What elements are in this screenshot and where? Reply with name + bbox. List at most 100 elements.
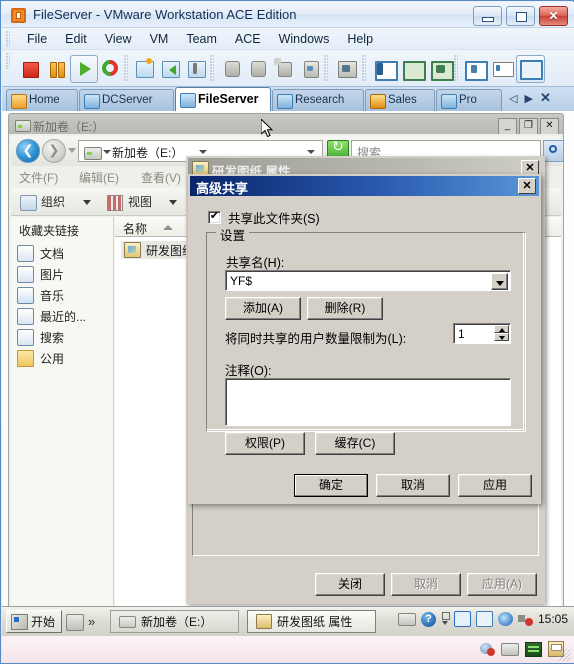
taskbar-item-properties[interactable]: 研发图纸 属性 bbox=[247, 610, 376, 633]
tab-sales[interactable]: Sales bbox=[365, 89, 435, 111]
stepper-down-icon[interactable] bbox=[494, 333, 509, 341]
cancel-button[interactable]: 取消 bbox=[376, 474, 450, 497]
explorer-restore-button[interactable]: ❐ bbox=[519, 118, 538, 135]
vmware-menu-file[interactable]: File bbox=[18, 30, 56, 48]
folder-shared-icon bbox=[124, 242, 141, 258]
explorer-menu-edit[interactable]: 编辑(E) bbox=[79, 169, 119, 186]
remove-share-button[interactable]: 删除(R) bbox=[307, 297, 383, 320]
permissions-button[interactable]: 权限(P) bbox=[225, 432, 305, 455]
preferences-icon[interactable] bbox=[464, 58, 488, 81]
add-share-button[interactable]: 添加(A) bbox=[225, 297, 301, 320]
chevron-down-icon[interactable] bbox=[491, 273, 508, 290]
ok-button[interactable]: 确定 bbox=[294, 474, 368, 497]
close-button[interactable]: ✕ bbox=[539, 6, 568, 26]
explorer-menu-file[interactable]: 文件(F) bbox=[19, 169, 58, 186]
pause-icon[interactable] bbox=[46, 58, 68, 79]
start-button[interactable]: 开始 bbox=[6, 610, 63, 633]
sidebar-item-searches[interactable]: 搜索 bbox=[17, 327, 64, 347]
vmware-menu-view[interactable]: View bbox=[96, 30, 141, 48]
minimize-button[interactable] bbox=[473, 6, 502, 26]
tab-research[interactable]: Research bbox=[272, 89, 364, 111]
vmware-menu-edit[interactable]: Edit bbox=[56, 30, 96, 48]
quick-switch-icon[interactable] bbox=[430, 58, 454, 81]
sidebar-icon[interactable] bbox=[374, 58, 398, 81]
network-config-icon[interactable] bbox=[453, 611, 471, 627]
address-crumb-caret-icon[interactable] bbox=[199, 150, 207, 154]
shortcut-icon[interactable] bbox=[475, 611, 493, 627]
advanced-sharing-close-button[interactable]: ✕ bbox=[518, 178, 536, 194]
network-disconnected-icon[interactable] bbox=[501, 642, 519, 656]
clone-template-icon[interactable] bbox=[248, 58, 270, 79]
taskbar-clock[interactable]: 15:05 bbox=[538, 612, 568, 626]
keyboard-icon[interactable] bbox=[397, 612, 416, 626]
history-dropdown-icon[interactable] bbox=[68, 148, 76, 153]
vmware-menu-help[interactable]: Help bbox=[338, 30, 382, 48]
server-manager-icon[interactable] bbox=[66, 614, 84, 631]
explorer-sidebar: 收藏夹链接 文档图片音乐最近的...搜索公用 文件夹 bbox=[11, 217, 114, 606]
tab-fileserver[interactable]: FileServer bbox=[175, 87, 271, 111]
view-chevron-down-icon[interactable] bbox=[169, 200, 177, 205]
stepper-up-icon[interactable] bbox=[494, 325, 509, 333]
vmware-menu-windows[interactable]: Windows bbox=[270, 30, 339, 48]
address-dropdown-icon[interactable] bbox=[307, 150, 315, 154]
delete-vm-icon[interactable] bbox=[274, 58, 296, 79]
clone-icon[interactable] bbox=[222, 58, 244, 79]
tab-prev-icon[interactable]: ◁ bbox=[509, 92, 517, 105]
snapshot-manager-icon[interactable] bbox=[186, 58, 208, 79]
usb-icon[interactable] bbox=[525, 641, 542, 657]
vmware-menu-ace[interactable]: ACE bbox=[226, 30, 270, 48]
forward-arrow-icon[interactable]: ❯ bbox=[42, 139, 66, 163]
summary-icon[interactable] bbox=[492, 58, 514, 79]
sidebar-item-documents[interactable]: 文档 bbox=[17, 243, 64, 263]
user-limit-input[interactable]: 1 bbox=[453, 323, 511, 344]
revert-snapshot-icon[interactable] bbox=[160, 58, 182, 79]
back-arrow-icon[interactable]: ❮ bbox=[16, 139, 40, 163]
share-name-combobox[interactable]: YF$ bbox=[225, 270, 511, 291]
tab-pro[interactable]: Pro bbox=[436, 89, 502, 111]
tab-next-icon[interactable]: ▶ bbox=[524, 92, 532, 105]
tab-dcserver[interactable]: DCServer bbox=[79, 89, 174, 111]
sidebar-item-public-folder[interactable]: 公用 bbox=[17, 348, 64, 368]
play-button[interactable] bbox=[70, 55, 98, 83]
maximize-button[interactable] bbox=[506, 6, 535, 26]
share-folder-checkbox[interactable] bbox=[208, 209, 221, 224]
volume-muted-icon[interactable] bbox=[517, 612, 533, 626]
stop-icon[interactable] bbox=[20, 58, 42, 79]
tab-close-icon[interactable]: ✕ bbox=[540, 90, 551, 106]
vm-settings-icon[interactable] bbox=[300, 58, 322, 79]
resize-grip-icon[interactable] bbox=[559, 649, 571, 661]
tray-expand-icon[interactable] bbox=[441, 612, 450, 626]
reset-icon[interactable] bbox=[98, 56, 122, 80]
apply-button[interactable]: 应用 bbox=[458, 474, 532, 497]
snapshot-icon[interactable] bbox=[134, 58, 156, 79]
vmware-menu-team[interactable]: Team bbox=[177, 30, 226, 48]
sidebar-item-recent[interactable]: 最近的... bbox=[17, 306, 86, 326]
menubar-grip[interactable] bbox=[6, 31, 10, 47]
chevron-right-icon[interactable]: » bbox=[88, 614, 95, 629]
disk-activity-icon[interactable] bbox=[480, 642, 495, 656]
sidebar-item-pictures[interactable]: 图片 bbox=[17, 264, 64, 284]
taskbar-item-explorer[interactable]: 新加卷（E:） bbox=[110, 610, 239, 633]
help-icon[interactable]: ? bbox=[420, 611, 436, 627]
explorer-minimize-button[interactable]: _ bbox=[498, 118, 517, 135]
network-icon[interactable] bbox=[497, 612, 513, 626]
view-button[interactable]: 视图 bbox=[128, 193, 152, 210]
quantity-stepper[interactable] bbox=[494, 325, 509, 342]
caching-button[interactable]: 缓存(C) bbox=[315, 432, 395, 455]
toolbar-grip[interactable] bbox=[6, 53, 10, 69]
explorer-menu-view[interactable]: 查看(V) bbox=[141, 169, 181, 186]
vmware-menu-vm[interactable]: VM bbox=[141, 30, 178, 48]
console-button[interactable] bbox=[516, 55, 545, 83]
guest-screen: 新加卷（E:） _ ❐ ✕ ❮ ❯ 新加卷（E:） ↻ 搜索 文件(F) 编辑(… bbox=[2, 111, 574, 606]
fullscreen-icon[interactable] bbox=[402, 58, 426, 81]
capture-icon[interactable] bbox=[336, 58, 358, 79]
organize-chevron-down-icon[interactable] bbox=[83, 200, 91, 205]
comment-field[interactable] bbox=[225, 378, 511, 426]
tab-home[interactable]: Home bbox=[6, 89, 78, 111]
explorer-close-button[interactable]: ✕ bbox=[540, 118, 559, 135]
sidebar-item-music[interactable]: 音乐 bbox=[17, 285, 64, 305]
organize-button[interactable]: 组织 bbox=[41, 193, 65, 210]
sort-ascending-icon bbox=[163, 225, 173, 230]
search-icon[interactable] bbox=[543, 140, 564, 162]
close-button[interactable]: 关闭 bbox=[315, 573, 385, 596]
